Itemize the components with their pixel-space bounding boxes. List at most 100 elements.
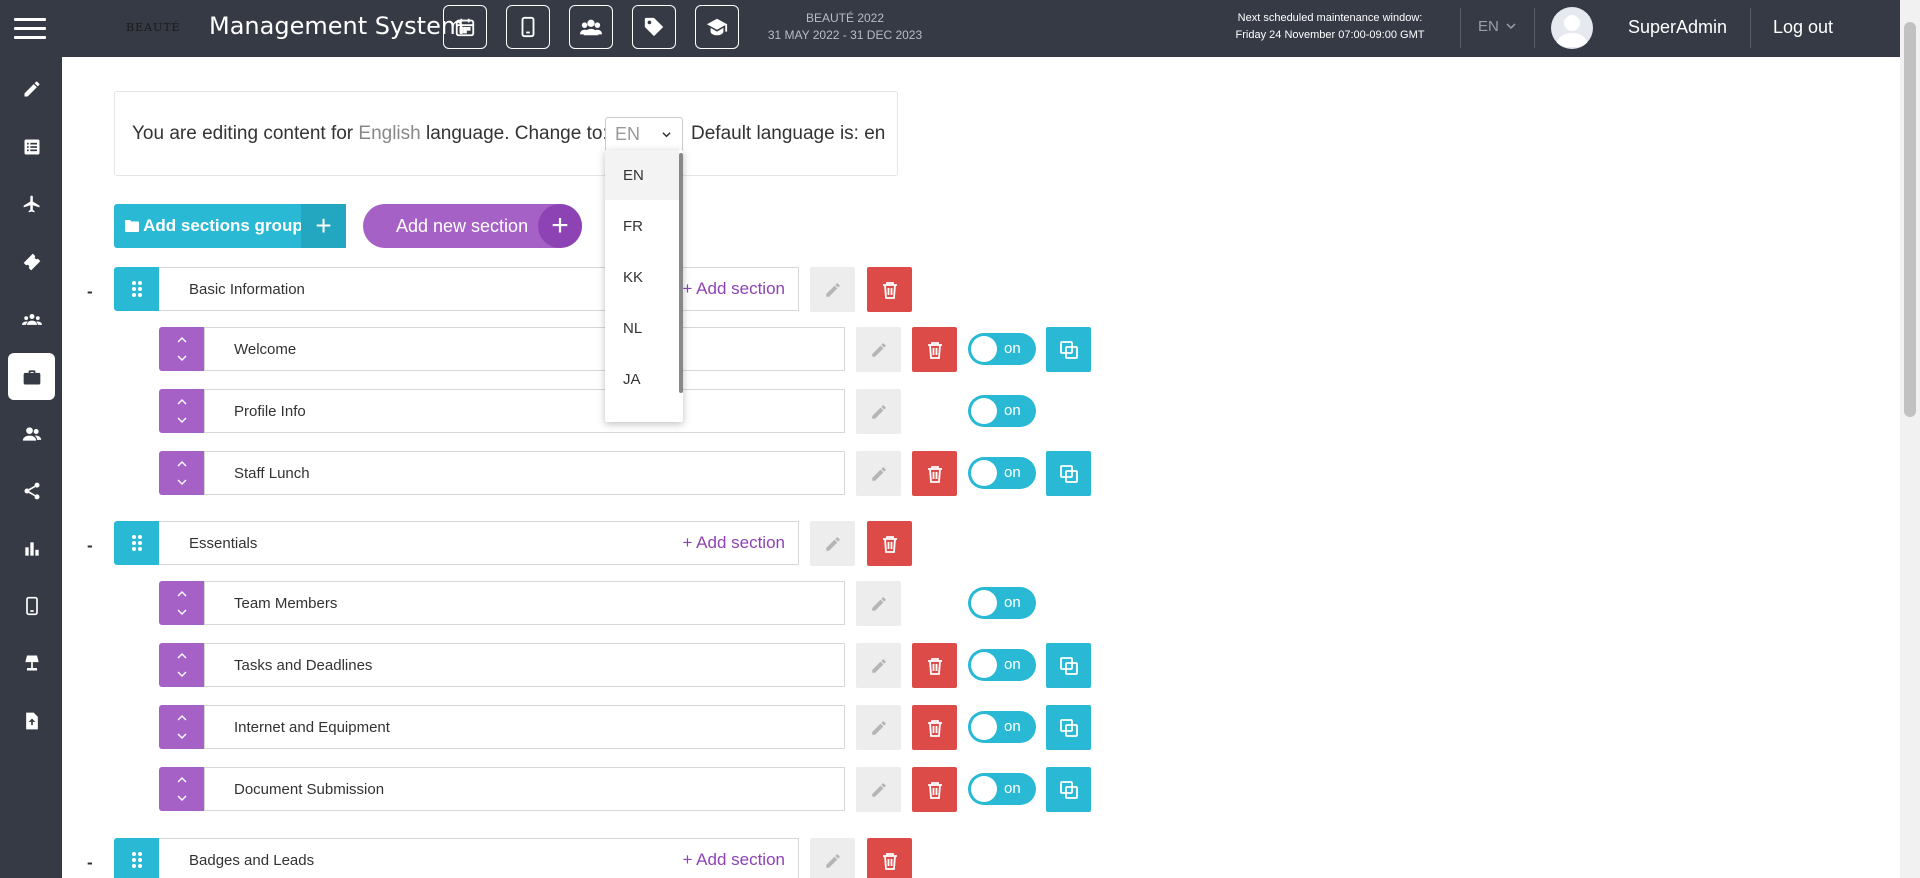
section-visibility-toggle[interactable]: on (968, 649, 1036, 681)
add-new-section-button[interactable]: Add new section + (363, 204, 582, 248)
toggle-knob (971, 652, 997, 678)
delete-section-button[interactable] (912, 327, 957, 372)
edit-section-button[interactable] (856, 581, 901, 626)
share-icon (24, 482, 39, 499)
scrollbar-thumb[interactable] (1904, 22, 1916, 417)
pencil-icon (871, 782, 886, 797)
section-sort-handle[interactable] (159, 581, 204, 625)
section-sort-handle[interactable] (159, 705, 204, 749)
copy-icon (1059, 718, 1078, 737)
section-group: Badges and Leads + Add section (159, 838, 799, 878)
maintenance-title: Next scheduled maintenance window: (1237, 12, 1423, 24)
edit-section-button[interactable] (856, 389, 901, 434)
sidebar-item-edit[interactable] (8, 65, 55, 112)
edit-section-button[interactable] (856, 643, 901, 688)
copy-section-button[interactable] (1046, 451, 1091, 496)
calendar-icon (455, 18, 475, 37)
language-option-fr[interactable]: FR (605, 201, 679, 251)
sidebar-item-people[interactable] (8, 410, 55, 457)
language-option-en[interactable]: EN (605, 150, 679, 200)
edit-section-button[interactable] (856, 705, 901, 750)
language-option-ja[interactable]: JA (605, 354, 679, 404)
hamburger-menu-icon[interactable] (14, 18, 46, 40)
delete-section-button[interactable] (912, 705, 957, 750)
drag-grip-icon (131, 281, 142, 297)
delete-section-button[interactable] (912, 767, 957, 812)
language-option-kk[interactable]: KK (605, 252, 679, 302)
sidebar-item-reports[interactable] (8, 525, 55, 572)
section-group: Essentials + Add section (159, 521, 799, 565)
dropdown-scrollbar[interactable] (679, 153, 683, 393)
section-sort-handle[interactable] (159, 389, 204, 433)
event-dates: 31 MAY 2022 - 31 DEC 2023 (767, 28, 923, 42)
section-sort-handle[interactable] (159, 643, 204, 687)
sidebar-item-upload[interactable] (8, 697, 55, 744)
language-select[interactable]: EN (605, 117, 683, 153)
logout-button[interactable]: Log out (1773, 17, 1833, 38)
group-drag-handle[interactable] (114, 838, 159, 878)
section-sort-handle[interactable] (159, 327, 204, 371)
section-visibility-toggle[interactable]: on (968, 457, 1036, 489)
delete-section-button[interactable] (912, 451, 957, 496)
avatar[interactable] (1551, 7, 1593, 49)
delete-section-button[interactable] (912, 643, 957, 688)
copy-section-button[interactable] (1046, 327, 1091, 372)
edit-group-button[interactable] (810, 267, 855, 312)
copy-section-button[interactable] (1046, 643, 1091, 688)
add-section-link[interactable]: + Add section (682, 850, 785, 870)
edit-section-button[interactable] (856, 451, 901, 496)
edit-group-button[interactable] (810, 521, 855, 566)
section-sort-handle[interactable] (159, 767, 204, 811)
language-option-nl[interactable]: NL (605, 303, 679, 353)
add-sections-group-button[interactable]: Add sections group + (114, 204, 346, 248)
upload-file-icon (25, 712, 38, 729)
section-row: Profile Info (204, 389, 845, 433)
section-visibility-toggle[interactable]: on (968, 711, 1036, 743)
delete-group-button[interactable] (867, 838, 912, 878)
tags-button[interactable] (632, 5, 676, 49)
sidebar-item-briefcase[interactable] (8, 353, 55, 400)
edit-section-button[interactable] (856, 767, 901, 812)
language-switcher[interactable]: EN (1478, 18, 1516, 35)
sidebar-item-tickets[interactable] (8, 238, 55, 285)
section-visibility-toggle[interactable]: on (968, 773, 1036, 805)
pencil-icon (871, 404, 886, 419)
section-visibility-toggle[interactable]: on (968, 587, 1036, 619)
collapse-toggle[interactable]: - (87, 282, 93, 302)
maintenance-notice: Next scheduled maintenance window: Frida… (1230, 10, 1430, 44)
trash-icon (882, 281, 897, 299)
collapse-toggle[interactable]: - (87, 536, 93, 556)
sidebar-item-mobile[interactable] (8, 582, 55, 629)
edit-group-button[interactable] (810, 838, 855, 878)
delete-group-button[interactable] (867, 521, 912, 566)
pencil-icon (825, 282, 840, 297)
page-scrollbar[interactable] (1900, 0, 1920, 878)
section-visibility-toggle[interactable]: on (968, 395, 1036, 427)
maintenance-when: Friday 24 November 07:00-09:00 GMT (1235, 29, 1425, 41)
collapse-toggle[interactable]: - (87, 853, 93, 873)
mobile-app-button[interactable] (506, 5, 550, 49)
section-sort-handle[interactable] (159, 451, 204, 495)
sidebar-item-travel[interactable] (8, 180, 55, 227)
toggle-label: on (1004, 340, 1021, 357)
user-name[interactable]: SuperAdmin (1628, 17, 1727, 38)
add-section-link[interactable]: + Add section (682, 533, 785, 553)
copy-icon (1059, 340, 1078, 359)
calendar-button[interactable] (443, 5, 487, 49)
copy-section-button[interactable] (1046, 767, 1091, 812)
delete-group-button[interactable] (867, 267, 912, 312)
sidebar-item-share[interactable] (8, 467, 55, 514)
education-button[interactable] (695, 5, 739, 49)
sidebar-item-groups[interactable] (8, 295, 55, 342)
attendees-button[interactable] (569, 5, 613, 49)
edit-section-button[interactable] (856, 327, 901, 372)
section-visibility-toggle[interactable]: on (968, 333, 1036, 365)
copy-section-button[interactable] (1046, 705, 1091, 750)
toggle-label: on (1004, 718, 1021, 735)
group-drag-handle[interactable] (114, 267, 159, 311)
sidebar-item-list[interactable] (8, 123, 55, 170)
add-section-link[interactable]: + Add section (682, 279, 785, 299)
group-drag-handle[interactable] (114, 521, 159, 565)
sidebar-item-exhibits[interactable] (8, 639, 55, 686)
lamp-icon (24, 655, 39, 670)
